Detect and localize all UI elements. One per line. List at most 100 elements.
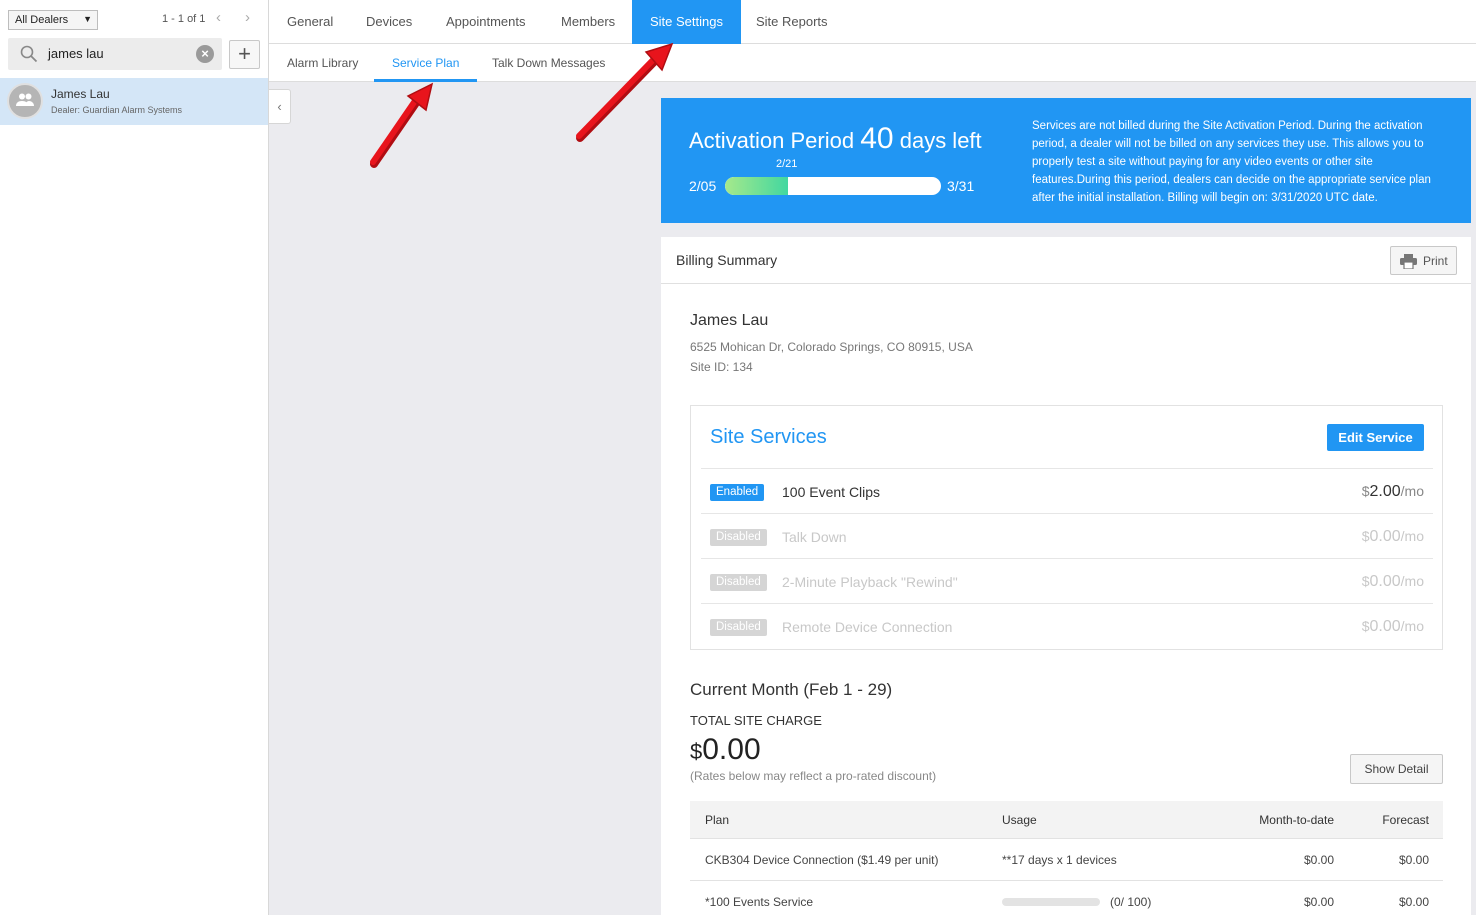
site-list-item[interactable]: James Lau Dealer: Guardian Alarm Systems [0, 78, 268, 125]
tab-general[interactable]: General [269, 0, 351, 44]
plan-name: *100 Events Service [705, 895, 814, 909]
billing-summary-header: Billing Summary Print [661, 237, 1471, 284]
tab-talk-down-messages[interactable]: Talk Down Messages [474, 44, 623, 82]
plan-forecast: $0.00 [1398, 853, 1429, 867]
price-amount: 2.00 [1369, 483, 1401, 500]
status-badge: Disabled [710, 529, 767, 546]
activation-banner: Activation Period 40 days left 2/21 2/05… [661, 98, 1471, 223]
table-row: CKB304 Device Connection ($1.49 per unit… [690, 839, 1443, 881]
service-row: Disabled Remote Device Connection $0.00/… [701, 603, 1433, 648]
pager-text: 1 - 1 of 1 [162, 13, 206, 25]
price-amount: 0.00 [1369, 573, 1401, 590]
activation-start-date: 2/05 [689, 178, 717, 194]
show-detail-button[interactable]: Show Detail [1350, 754, 1443, 784]
total-site-charge-label: TOTAL SITE CHARGE [690, 713, 822, 728]
plan-month-to-date: $0.00 [1303, 895, 1334, 909]
plan-usage: **17 days x 1 devices [1002, 853, 1117, 867]
price-currency: $ [1361, 618, 1370, 634]
customer-address: 6525 Mohican Dr, Colorado Springs, CO 80… [690, 340, 973, 354]
sub-tab-bar: Alarm Library Service Plan Talk Down Mes… [269, 44, 1476, 82]
usage-progress-bar [1002, 898, 1100, 906]
activation-title-prefix: Activation Period [689, 128, 855, 153]
tab-site-settings[interactable]: Site Settings [632, 0, 741, 44]
activation-title: Activation Period 40 days left [689, 122, 982, 156]
site-dealer: Dealer: Guardian Alarm Systems [51, 105, 183, 115]
site-name: James Lau [51, 87, 110, 101]
site-services-title: Site Services [710, 426, 827, 448]
status-badge: Enabled [710, 484, 765, 501]
service-price: $0.00/mo [1362, 573, 1424, 591]
print-button[interactable]: Print [1390, 246, 1457, 275]
search-value: james lau [48, 46, 104, 61]
service-price: $2.00/mo [1362, 483, 1424, 501]
service-name: 100 Event Clips [782, 484, 881, 500]
current-month-title: Current Month (Feb 1 - 29) [690, 680, 893, 699]
activation-current-date: 2/21 [776, 158, 798, 170]
price-unit: /mo [1400, 528, 1424, 544]
service-price: $0.00/mo [1362, 528, 1424, 546]
site-id: Site ID: 134 [690, 360, 753, 374]
caret-down-icon: ▼ [83, 14, 92, 24]
total-currency: $ [690, 739, 703, 764]
printer-icon [1400, 254, 1417, 269]
table-header: Plan Usage Month-to-date Forecast [690, 801, 1443, 839]
column-header: Plan [705, 813, 730, 827]
dealer-filter-select[interactable]: All Dealers ▼ [8, 10, 98, 30]
plan-usage: (0/ 100) [1110, 895, 1152, 909]
service-name: 2-Minute Playback "Rewind" [782, 574, 958, 590]
price-currency: $ [1361, 573, 1370, 589]
top-tab-bar: General Devices Appointments Members Sit… [269, 0, 1476, 44]
price-amount: 0.00 [1369, 618, 1401, 635]
clear-search-icon[interactable]: × [196, 45, 214, 63]
chevron-left-icon: ‹ [277, 99, 282, 114]
sidebar: All Dealers ▼ 1 - 1 of 1 ‹ › james lau ×… [0, 0, 269, 915]
table-row: *100 Events Service (0/ 100) $0.00 $0.00 [690, 881, 1443, 915]
column-header: Forecast [1382, 813, 1429, 827]
billing-summary-card: Billing Summary Print James Lau 6525 Moh… [661, 237, 1471, 915]
plan-name: CKB304 Device Connection ($1.49 per unit… [705, 853, 939, 867]
activation-description: Services are not billed during the Site … [1032, 120, 1431, 204]
plan-forecast: $0.00 [1398, 895, 1429, 909]
total-site-charge: $0.00 [690, 733, 761, 767]
site-services-panel: Site Services Edit Service Enabled 100 E… [690, 405, 1443, 650]
price-amount: 0.00 [1369, 528, 1401, 545]
service-row: Disabled Talk Down $0.00/mo [701, 513, 1433, 558]
tab-alarm-library[interactable]: Alarm Library [269, 44, 376, 82]
tab-appointments[interactable]: Appointments [428, 0, 544, 44]
search-icon [20, 45, 38, 63]
status-badge: Disabled [710, 574, 767, 591]
search-input[interactable]: james lau × [8, 38, 222, 70]
service-row: Disabled 2-Minute Playback "Rewind" $0.0… [701, 558, 1433, 603]
customer-name: James Lau [690, 312, 769, 329]
activation-end-date: 3/31 [947, 178, 975, 194]
dealer-filter-value: All Dealers [15, 14, 69, 26]
annotation-arrow-icon [370, 82, 434, 168]
tab-devices[interactable]: Devices [348, 0, 430, 44]
price-unit: /mo [1400, 618, 1424, 634]
price-currency: $ [1361, 483, 1370, 499]
price-unit: /mo [1400, 573, 1424, 589]
add-site-button[interactable]: + [229, 40, 260, 69]
activation-progress-fill [725, 177, 788, 195]
pro-rated-note: (Rates below may reflect a pro-rated dis… [690, 769, 937, 783]
billing-summary-title: Billing Summary [676, 252, 778, 268]
service-name: Talk Down [782, 529, 847, 545]
activation-days: 40 [860, 122, 894, 155]
chevron-right-icon[interactable]: › [245, 9, 250, 26]
service-price: $0.00/mo [1362, 618, 1424, 636]
plan-table: Plan Usage Month-to-date Forecast CKB304… [690, 801, 1443, 915]
tab-service-plan[interactable]: Service Plan [374, 44, 478, 82]
total-amount: 0.00 [702, 733, 761, 766]
column-header: Usage [1002, 813, 1037, 827]
chevron-left-icon[interactable]: ‹ [216, 9, 221, 26]
tab-members[interactable]: Members [543, 0, 633, 44]
activation-progress-bar [725, 177, 941, 195]
tab-site-reports[interactable]: Site Reports [738, 0, 846, 44]
service-row: Enabled 100 Event Clips $2.00/mo [701, 468, 1433, 513]
status-badge: Disabled [710, 619, 767, 636]
print-label: Print [1423, 254, 1448, 268]
price-currency: $ [1361, 528, 1370, 544]
edit-service-button[interactable]: Edit Service [1327, 424, 1424, 451]
collapse-sidebar-button[interactable]: ‹ [269, 89, 291, 124]
group-avatar-icon [7, 83, 43, 119]
